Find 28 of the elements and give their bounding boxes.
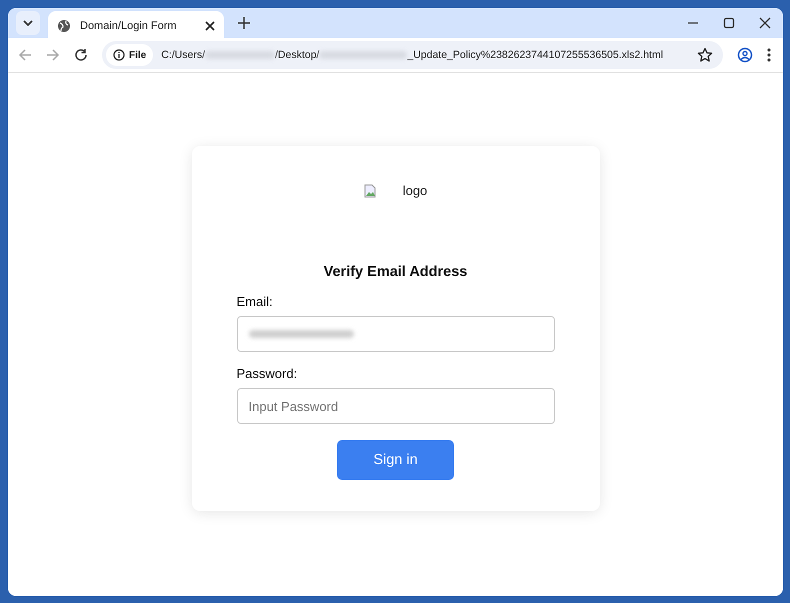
logo-alt-text: logo <box>402 183 428 198</box>
url-text: /Desktop/ <box>275 49 320 61</box>
field-label: Email: <box>236 294 274 309</box>
address-bar[interactable]: File C:/Users/ /Desktop/ _Update_Policy%2382623744107255536505.xls2.html <box>102 41 723 69</box>
password-field[interactable]: Input Password <box>236 388 554 424</box>
broken-image-icon <box>364 184 376 198</box>
maximize-icon[interactable] <box>723 17 735 29</box>
browser-tab[interactable]: Domain/Login Form <box>48 11 224 41</box>
email-field[interactable] <box>236 316 554 352</box>
globe-icon <box>57 19 71 33</box>
close-icon[interactable] <box>205 21 215 31</box>
close-window-icon[interactable] <box>759 17 771 29</box>
tab-title: Domain/Login Form <box>80 20 178 32</box>
file-info-chip[interactable]: File <box>106 44 154 66</box>
new-tab-icon[interactable] <box>238 17 250 29</box>
url-text: C:/Users/ <box>161 49 205 61</box>
info-icon <box>113 49 125 61</box>
chevron-down-icon <box>23 20 33 26</box>
profile-icon[interactable] <box>737 47 753 63</box>
star-icon[interactable] <box>697 47 713 63</box>
reload-icon[interactable] <box>74 48 88 62</box>
url-text: _Update_Policy%2382623744107255536505.xls2.html <box>407 49 664 61</box>
sign-in-button[interactable]: Sign in <box>337 440 454 480</box>
tab-search-button[interactable] <box>16 11 40 35</box>
field-label: Password: <box>236 366 298 381</box>
form-title: Verify Email Address <box>322 264 468 280</box>
file-label: File <box>129 50 146 60</box>
menu-icon[interactable] <box>767 48 771 62</box>
